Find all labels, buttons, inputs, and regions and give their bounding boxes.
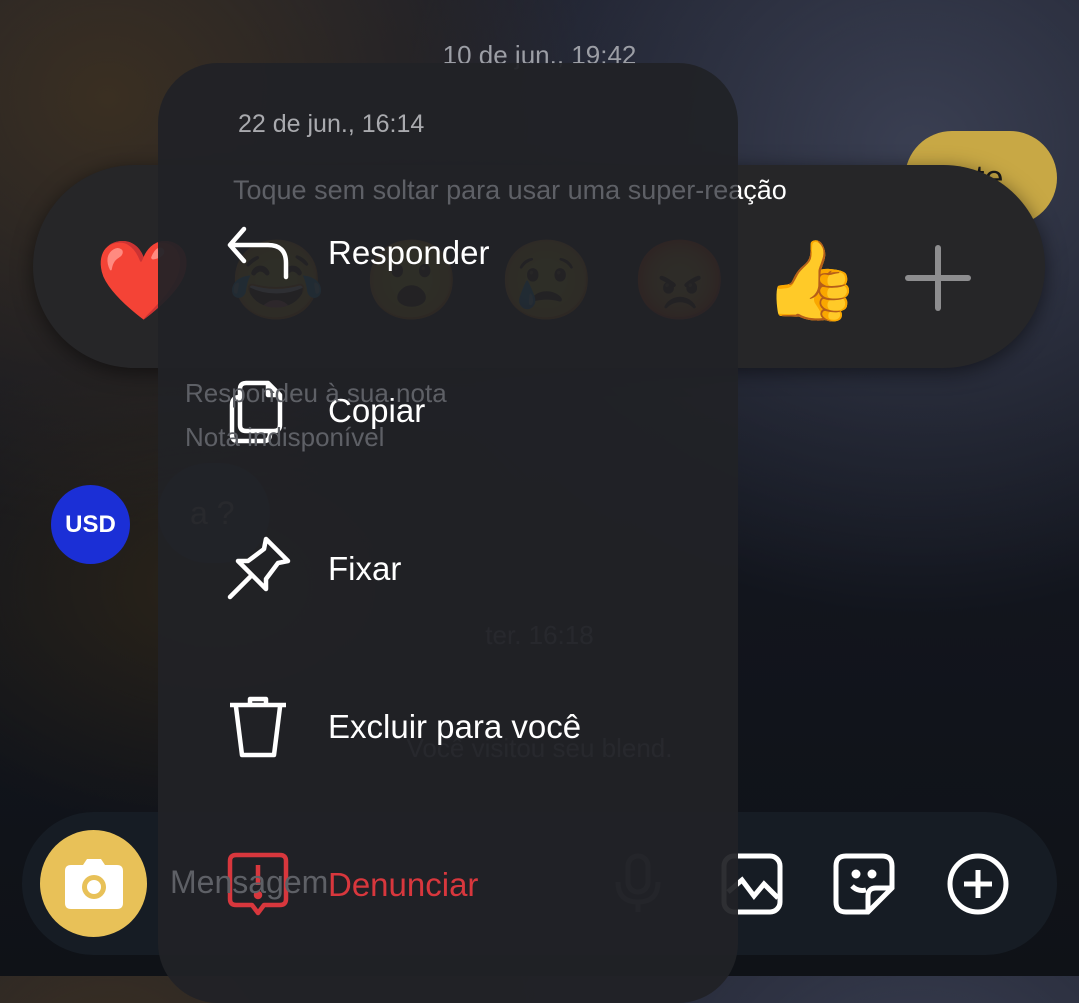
menu-timestamp: 22 de jun., 16:14 [238,110,425,138]
menu-item-label: Responder [328,234,490,271]
menu-item-label: Denunciar [328,866,479,903]
note-unavailable-label: Nota indisponível [185,422,385,452]
message-input[interactable]: Mensagem [170,864,328,901]
menu-item-label: Excluir para você [328,708,582,745]
camera-button[interactable] [40,830,147,937]
sticker-icon[interactable] [832,852,896,916]
reaction-thumbs-up[interactable]: 👍 [763,235,860,325]
reply-icon [227,226,289,280]
plus-icon[interactable] [903,243,973,313]
plus-circle-icon[interactable] [946,852,1010,916]
menu-item-label: Fixar [328,550,402,587]
avatar[interactable]: USD [51,485,130,564]
menu-item-delete[interactable]: Excluir para você [224,687,581,767]
camera-icon [64,858,123,909]
menu-item-reply[interactable]: Responder [224,213,489,293]
trash-icon [230,696,286,758]
note-reply-label: Respondeu à sua nota [185,378,447,408]
menu-item-pin[interactable]: Fixar [224,529,401,609]
reaction-hint: Toque sem soltar para usar uma super-rea… [233,175,787,205]
pin-icon [227,536,291,600]
